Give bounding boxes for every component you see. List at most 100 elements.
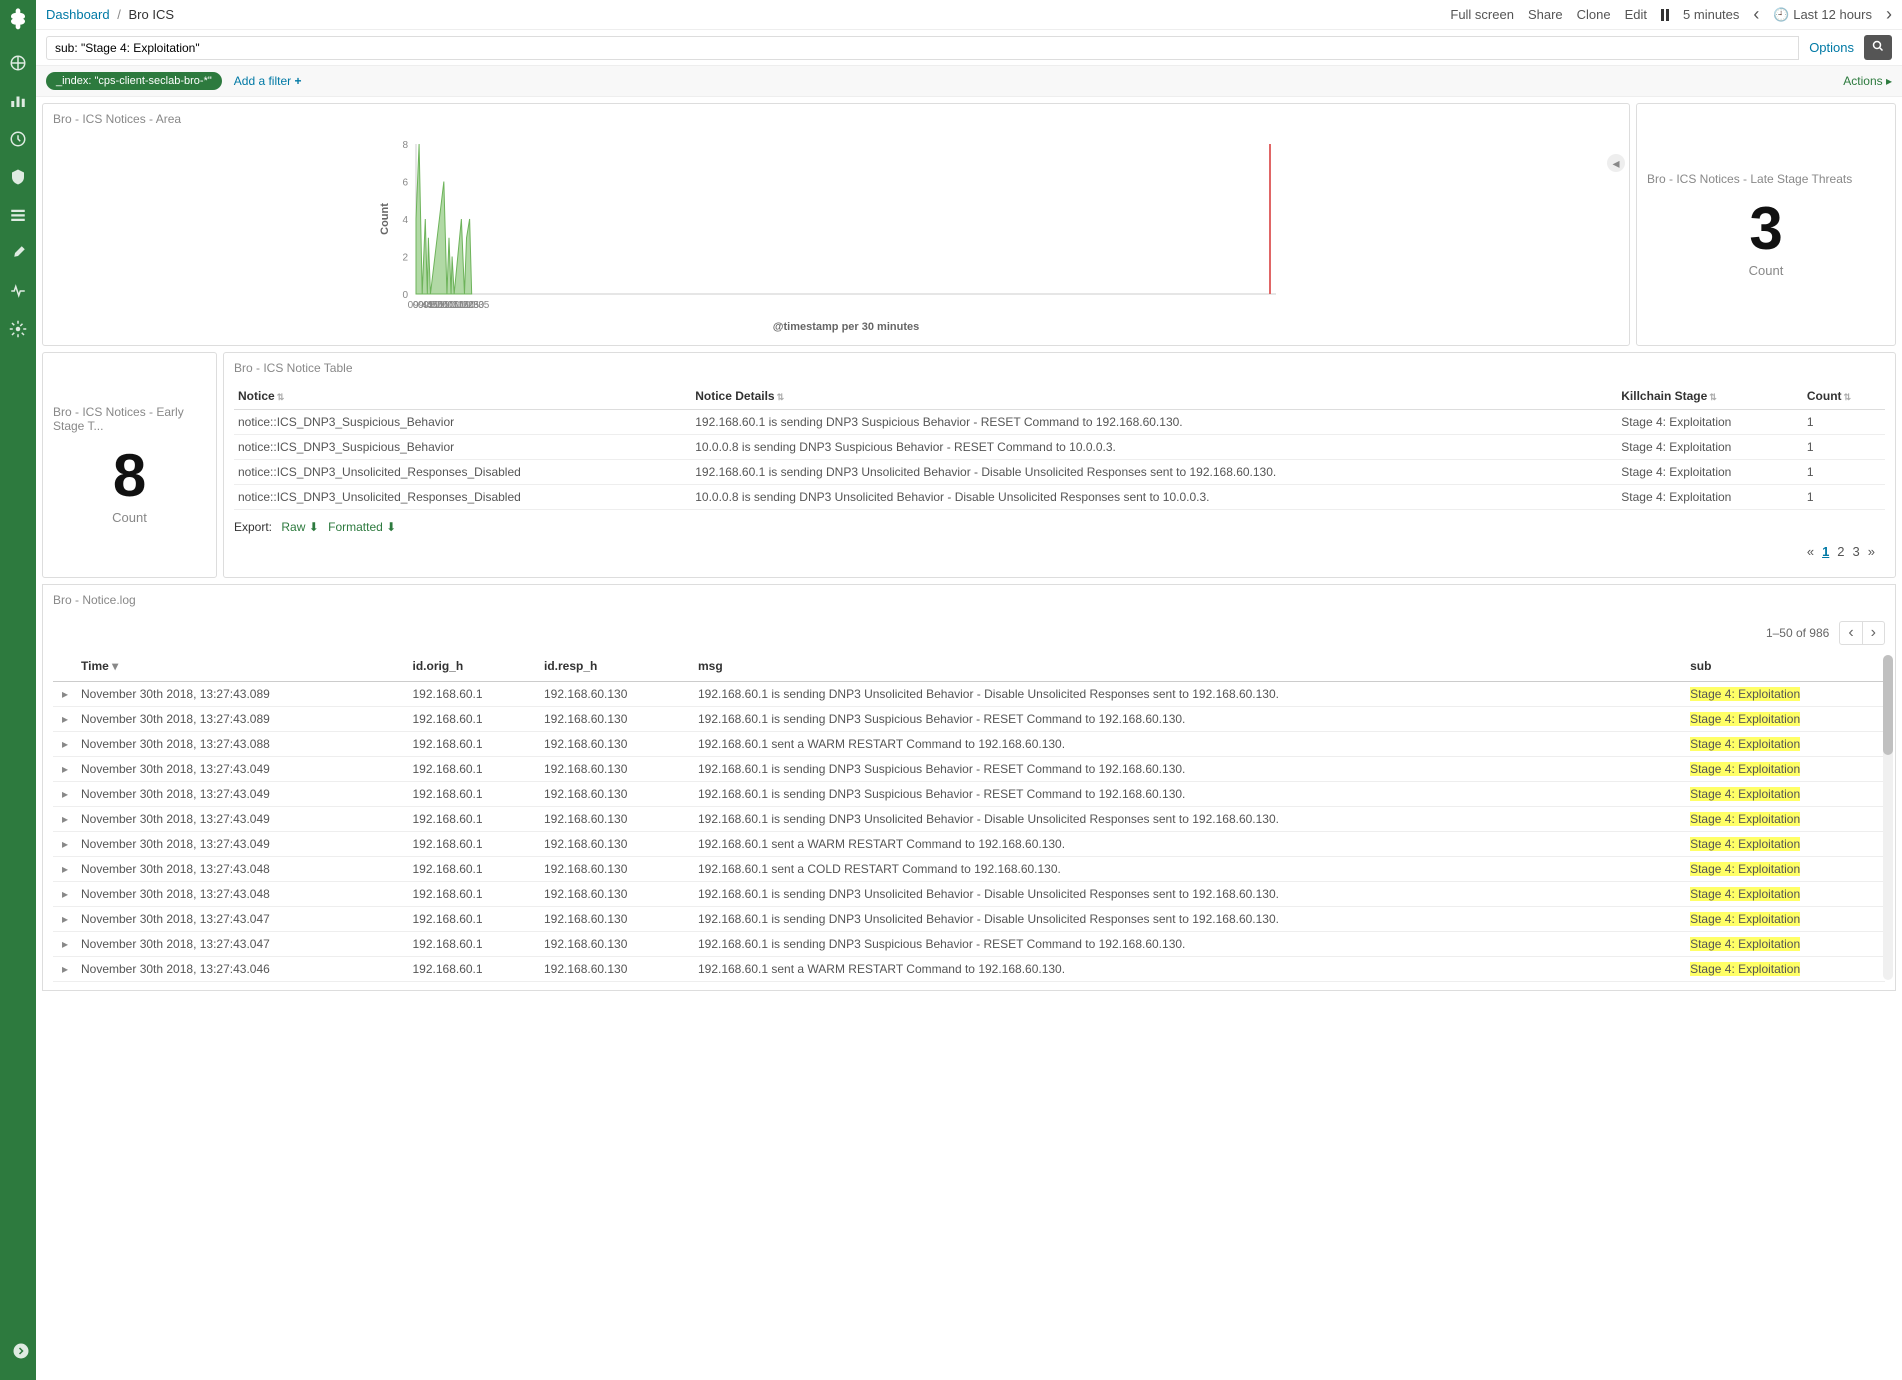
expand-row-icon[interactable]: ▸ <box>53 807 77 832</box>
log-prev-icon[interactable]: ‹ <box>1840 622 1862 644</box>
table-row: notice::ICS_DNP3_Suspicious_Behavior192.… <box>234 410 1885 435</box>
export-formatted[interactable]: Formatted ⬇ <box>328 520 396 534</box>
table-row: notice::ICS_DNP3_Unsolicited_Responses_D… <box>234 460 1885 485</box>
metric-label: Count <box>112 510 147 525</box>
security-icon[interactable] <box>9 168 27 186</box>
scrollbar[interactable] <box>1883 655 1893 980</box>
metric-label: Count <box>1749 263 1784 278</box>
early-threats-panel: Bro - ICS Notices - Early Stage T... 8 C… <box>42 352 217 578</box>
filterbar: _index: "cps-client-seclab-bro-*" Add a … <box>36 66 1902 97</box>
svg-text:10:35: 10:35 <box>464 300 489 311</box>
pager-next[interactable]: » <box>1868 544 1875 559</box>
pause-icon[interactable] <box>1661 9 1669 21</box>
log-panel: Bro - Notice.log 1–50 of 986 ‹ › Time ▾i… <box>42 584 1896 991</box>
pager-page[interactable]: 3 <box>1853 544 1860 559</box>
monitoring-icon[interactable] <box>9 282 27 300</box>
expand-row-icon[interactable]: ▸ <box>53 757 77 782</box>
log-row: ▸November 30th 2018, 13:27:43.048192.168… <box>53 882 1885 907</box>
expand-row-icon[interactable]: ▸ <box>53 707 77 732</box>
log-row: ▸November 30th 2018, 13:27:43.088192.168… <box>53 732 1885 757</box>
add-filter-button[interactable]: Add a filter + <box>234 74 302 88</box>
panel-title: Bro - ICS Notice Table <box>234 361 1885 375</box>
clone-button[interactable]: Clone <box>1577 7 1611 22</box>
breadcrumb-current: Bro ICS <box>128 7 174 22</box>
pager-page[interactable]: 2 <box>1837 544 1844 559</box>
notice-table: Notice⇅Notice Details⇅Killchain Stage⇅Co… <box>234 383 1885 510</box>
filter-actions[interactable]: Actions ▸ <box>1843 74 1892 88</box>
pager: « 123 » <box>234 534 1885 569</box>
log-row: ▸November 30th 2018, 13:27:43.048192.168… <box>53 857 1885 882</box>
log-row: ▸November 30th 2018, 13:27:43.089192.168… <box>53 707 1885 732</box>
visualize-icon[interactable] <box>9 92 27 110</box>
edit-button[interactable]: Edit <box>1625 7 1647 22</box>
expand-row-icon[interactable]: ▸ <box>53 782 77 807</box>
area-chart: 0246809:4009:4509:5009:5510:0010:0510:10… <box>53 134 1619 334</box>
table-row: notice::ICS_DNP3_Unsolicited_Responses_D… <box>234 485 1885 510</box>
time-range[interactable]: 🕘 Last 12 hours <box>1773 7 1872 23</box>
log-row: ▸November 30th 2018, 13:27:43.049192.168… <box>53 807 1885 832</box>
log-header[interactable]: id.resp_h <box>540 651 694 682</box>
searchbar: Options <box>36 30 1902 66</box>
log-header[interactable]: Time ▾ <box>77 651 408 682</box>
list-icon[interactable] <box>9 206 27 224</box>
discover-icon[interactable] <box>9 54 27 72</box>
expand-row-icon[interactable]: ▸ <box>53 832 77 857</box>
table-header[interactable]: Killchain Stage⇅ <box>1617 383 1803 410</box>
breadcrumb: Dashboard / Bro ICS <box>46 7 174 22</box>
panel-title: Bro - ICS Notices - Late Stage Threats <box>1647 172 1852 186</box>
log-header[interactable]: id.orig_h <box>408 651 540 682</box>
timelion-icon[interactable] <box>9 130 27 148</box>
chart-legend-toggle-icon[interactable]: ◂ <box>1607 154 1625 172</box>
log-row: ▸November 30th 2018, 13:27:43.049192.168… <box>53 782 1885 807</box>
panel-title: Bro - ICS Notices - Area <box>53 112 1619 126</box>
breadcrumb-root[interactable]: Dashboard <box>46 7 110 22</box>
expand-row-icon[interactable]: ▸ <box>53 682 77 707</box>
pager-prev[interactable]: « <box>1807 544 1814 559</box>
log-header[interactable]: msg <box>694 651 1686 682</box>
log-row: ▸November 30th 2018, 13:27:43.049192.168… <box>53 832 1885 857</box>
expand-row-icon[interactable]: ▸ <box>53 932 77 957</box>
metric-value: 8 <box>113 441 146 510</box>
management-icon[interactable] <box>9 320 27 338</box>
log-row: ▸November 30th 2018, 13:27:43.047192.168… <box>53 907 1885 932</box>
svg-text:@timestamp per 30 minutes: @timestamp per 30 minutes <box>773 321 919 333</box>
app-sidebar <box>0 0 36 1380</box>
time-prev-icon[interactable]: ‹ <box>1753 4 1759 25</box>
log-header[interactable]: sub <box>1686 651 1885 682</box>
search-options[interactable]: Options <box>1799 40 1864 55</box>
log-next-icon[interactable]: › <box>1863 622 1884 644</box>
share-button[interactable]: Share <box>1528 7 1563 22</box>
expand-row-icon[interactable]: ▸ <box>53 882 77 907</box>
devtools-icon[interactable] <box>9 244 27 262</box>
export-row: Export: Raw ⬇ Formatted ⬇ <box>234 520 1885 534</box>
log-row: ▸November 30th 2018, 13:27:43.089192.168… <box>53 682 1885 707</box>
topbar: Dashboard / Bro ICS Full screen Share Cl… <box>36 0 1902 30</box>
time-next-icon[interactable]: › <box>1886 4 1892 25</box>
expand-row-icon[interactable]: ▸ <box>53 907 77 932</box>
panel-title: Bro - Notice.log <box>53 593 1885 607</box>
filter-pill[interactable]: _index: "cps-client-seclab-bro-*" <box>46 72 222 90</box>
table-header[interactable]: Count⇅ <box>1803 383 1885 410</box>
pager-page[interactable]: 1 <box>1822 544 1829 559</box>
table-header[interactable]: Notice Details⇅ <box>691 383 1617 410</box>
svg-text:8: 8 <box>402 140 408 151</box>
log-table: Time ▾id.orig_hid.resp_hmsgsub▸November … <box>53 651 1885 982</box>
metric-value: 3 <box>1749 194 1782 263</box>
collapse-sidebar-icon[interactable] <box>12 1342 30 1360</box>
log-range: 1–50 of 986 <box>1766 626 1829 640</box>
expand-row-icon[interactable]: ▸ <box>53 957 77 982</box>
svg-text:4: 4 <box>402 215 408 226</box>
search-button[interactable] <box>1864 35 1892 60</box>
table-header[interactable]: Notice⇅ <box>234 383 691 410</box>
refresh-interval[interactable]: 5 minutes <box>1683 7 1739 22</box>
late-threats-panel: Bro - ICS Notices - Late Stage Threats 3… <box>1636 103 1896 346</box>
app-logo <box>4 6 32 34</box>
export-raw[interactable]: Raw ⬇ <box>281 520 318 534</box>
expand-row-icon[interactable]: ▸ <box>53 857 77 882</box>
fullscreen-button[interactable]: Full screen <box>1450 7 1514 22</box>
area-chart-panel: Bro - ICS Notices - Area ◂ 0246809:4009:… <box>42 103 1630 346</box>
search-input[interactable] <box>46 36 1799 60</box>
svg-text:Count: Count <box>379 203 391 235</box>
expand-row-icon[interactable]: ▸ <box>53 732 77 757</box>
notice-table-panel: Bro - ICS Notice Table Notice⇅Notice Det… <box>223 352 1896 578</box>
